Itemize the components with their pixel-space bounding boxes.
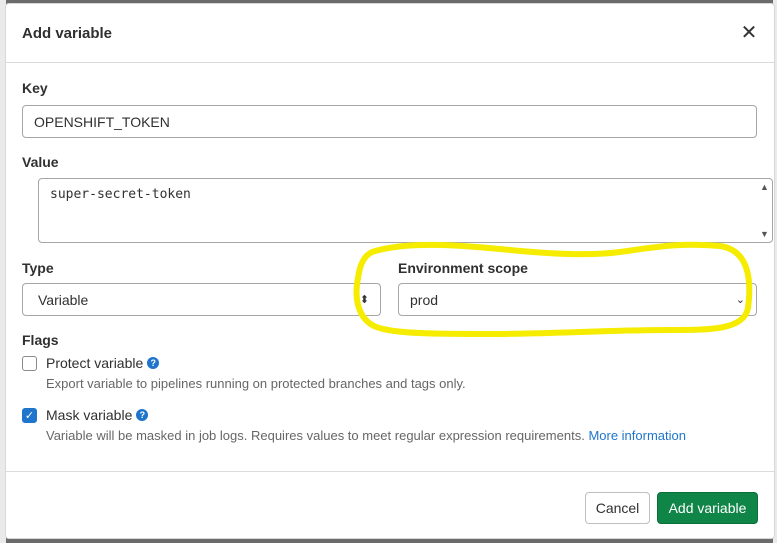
modal-header: Add variable ✕: [6, 4, 774, 63]
value-textarea[interactable]: super-secret-token ▲ ▼: [38, 178, 773, 243]
type-label: Type: [22, 260, 54, 276]
key-input-value: OPENSHIFT_TOKEN: [34, 113, 170, 130]
scroll-down-icon[interactable]: ▼: [760, 229, 769, 239]
key-input[interactable]: OPENSHIFT_TOKEN: [22, 105, 757, 138]
question-icon[interactable]: ?: [147, 357, 160, 369]
chevron-down-icon: ⌄: [735, 294, 745, 306]
textarea-scrollbar[interactable]: ▲ ▼: [758, 179, 770, 242]
sort-arrows-icon: ⬍: [359, 294, 369, 306]
modal-body: Key OPENSHIFT_TOKEN Value super-secret-t…: [6, 63, 774, 443]
question-icon[interactable]: ?: [136, 409, 149, 421]
protect-variable-label[interactable]: Protect variable: [46, 355, 143, 371]
add-variable-button[interactable]: Add variable: [657, 492, 758, 524]
cancel-button[interactable]: Cancel: [585, 492, 650, 524]
flags-label: Flags: [22, 332, 59, 348]
protect-variable-help: Export variable to pipelines running on …: [46, 376, 466, 391]
modal-footer: Cancel Add variable: [6, 471, 774, 538]
mask-variable-row: ✓ Mask variable ?: [22, 407, 149, 423]
environment-scope-label: Environment scope: [398, 260, 528, 276]
mask-variable-label[interactable]: Mask variable: [46, 407, 132, 423]
scroll-up-icon[interactable]: ▲: [760, 182, 769, 192]
key-label: Key: [22, 80, 48, 96]
value-textarea-content: super-secret-token: [50, 187, 191, 202]
type-select-value: Variable: [38, 291, 89, 308]
add-variable-modal: Add variable ✕ Key OPENSHIFT_TOKEN Value…: [5, 3, 775, 539]
mask-variable-help-row: Variable will be masked in job logs. Req…: [46, 428, 686, 443]
mask-variable-help: Variable will be masked in job logs. Req…: [46, 428, 585, 443]
protect-variable-row: Protect variable ?: [22, 355, 160, 371]
more-information-link[interactable]: More information: [588, 428, 686, 443]
protect-variable-checkbox[interactable]: [22, 355, 37, 371]
modal-title: Add variable: [22, 24, 113, 42]
close-icon[interactable]: ✕: [738, 22, 760, 44]
mask-variable-checkbox[interactable]: ✓: [22, 407, 37, 423]
type-select[interactable]: Variable ⬍: [22, 283, 381, 316]
value-label: Value: [22, 154, 59, 170]
environment-scope-select[interactable]: prod ⌄: [398, 283, 757, 316]
environment-scope-value: prod: [410, 291, 439, 308]
